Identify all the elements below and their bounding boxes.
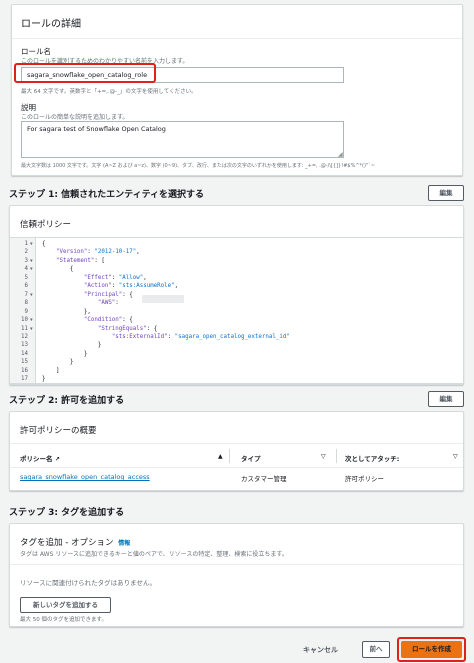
tags-description: タグは AWS リソースに追加できるキーと値のペアで、リソースの特定、整理、検索… — [20, 551, 288, 558]
tags-panel: タグを追加 - オプション 情報 タグは AWS リソースに追加できるキーと値の… — [9, 523, 464, 627]
code-line: "Condition": { — [83, 317, 133, 324]
code-line: { — [42, 241, 46, 247]
step2-title: ステップ 2: 許可を追加する — [9, 396, 125, 406]
code-line: "AWS": — [97, 300, 123, 307]
back-button[interactable]: 前へ — [362, 641, 390, 658]
line-number: 12 — [21, 333, 28, 340]
description-description: このロールの簡単な説明を追加します。 — [21, 114, 129, 121]
code-line: } — [42, 376, 46, 383]
line-number: 9 — [24, 308, 29, 315]
step1-edit-button[interactable]: 編集 — [428, 185, 464, 201]
external-link-icon: ↗ — [54, 456, 60, 463]
line-number: 7 — [24, 291, 29, 298]
line-number: 2 — [24, 249, 29, 256]
tag-limit-hint: 最大 50 個のタグを追加できます。 — [20, 617, 107, 623]
step2-edit-button[interactable]: 編集 — [428, 391, 464, 407]
col-policy-name[interactable]: ポリシー名 ↗ — [20, 453, 60, 463]
divider — [10, 564, 463, 565]
code-line: "Statement": [ — [55, 257, 105, 264]
add-tag-button[interactable]: 新しいタグを追加する — [20, 597, 111, 613]
line-number: 17 — [21, 376, 28, 383]
line-number: 8 — [24, 300, 29, 307]
role-details-panel: ロールの詳細 ロール名 このロールを識別するためのわかりやすい名前を入力します。… — [11, 4, 463, 176]
line-number: 13 — [21, 342, 28, 349]
code-line: ] — [42, 367, 60, 374]
line-number: 10 — [21, 317, 28, 324]
code-line: "Action": "sts:AssumeRole", — [83, 283, 179, 290]
code-line: "Principal": { — [83, 291, 133, 298]
code-line: } — [42, 359, 74, 366]
fold-arrow-icon[interactable]: ▼ — [30, 267, 33, 272]
line-number: 11 — [21, 325, 28, 332]
fold-arrow-icon[interactable]: ▼ — [30, 318, 33, 323]
role-name-highlight — [14, 63, 156, 83]
sort-icon[interactable]: ▽ — [321, 453, 326, 460]
no-tags-message: リソースに関連付けられたタグはありません。 — [20, 579, 156, 587]
sort-ascending-icon[interactable]: ▲ — [218, 453, 223, 460]
cancel-button[interactable]: キャンセル — [303, 645, 338, 655]
col-policy-name-label: ポリシー名 — [20, 455, 53, 463]
permissions-summary-panel: 許可ポリシーの概要 ポリシー名 ↗ ▲ タイプ ▽ 次としてアタッチ: ▽ sa… — [9, 411, 464, 491]
create-role-highlight — [397, 637, 466, 662]
policy-attached-as: 許可ポリシー — [345, 475, 384, 483]
fold-arrow-icon[interactable]: ▼ — [30, 242, 33, 247]
line-number: 1 — [24, 241, 29, 247]
code-line: } — [42, 350, 88, 357]
code-line: }, — [42, 308, 91, 315]
line-number: 15 — [21, 359, 28, 366]
col-divider — [336, 449, 337, 463]
fold-arrow-icon[interactable]: ▼ — [30, 259, 33, 264]
fold-arrow-icon[interactable]: ▼ — [30, 327, 33, 332]
sort-icon[interactable]: ▽ — [453, 453, 458, 460]
description-textarea[interactable]: For sagara test of Snowflake Open Catalo… — [21, 121, 344, 158]
divider — [10, 467, 463, 468]
line-number: 5 — [24, 274, 29, 281]
line-number: 4 — [24, 266, 29, 273]
col-attached-as[interactable]: 次としてアタッチ: — [345, 453, 399, 463]
col-divider — [229, 449, 230, 463]
step1-title: ステップ 1: 信頼されたエンティティを選択する — [9, 190, 205, 200]
role-details-title: ロールの詳細 — [21, 19, 81, 30]
col-type[interactable]: タイプ — [241, 453, 261, 463]
policy-type: カスタマー管理 — [241, 475, 287, 483]
description-hint: 最大文字数は 1000 文字です。文字 (A~Z および a~z)、数字 (0~… — [21, 163, 375, 169]
trust-policy-title: 信頼ポリシー — [20, 220, 72, 230]
line-number: 14 — [21, 350, 28, 357]
code-line: "StringEquals": { — [97, 325, 158, 332]
code-line: "Effect": "Allow", — [83, 274, 147, 281]
resize-handle-icon[interactable]: ◢ — [338, 151, 343, 158]
permissions-summary-title: 許可ポリシーの概要 — [20, 426, 97, 436]
fold-arrow-icon[interactable]: ▼ — [30, 293, 33, 298]
code-line: } — [42, 342, 102, 349]
tags-title: タグを追加 - オプション 情報 — [20, 536, 130, 548]
code-line: "sts:ExternalId": "sagara_open_catalog_e… — [111, 333, 290, 340]
divider — [10, 443, 463, 444]
step3-title: ステップ 3: タグを追加する — [9, 508, 125, 518]
role-name-hint: 最大 64 文字です。英数字と「+=,.@-_」の文字を使用してください。 — [21, 89, 197, 95]
divider — [12, 38, 462, 39]
info-link[interactable]: 情報 — [118, 540, 130, 547]
tags-title-text: タグを追加 - オプション — [20, 538, 114, 548]
line-number: 16 — [21, 367, 28, 374]
policy-name-link[interactable]: sagara_snowflake_open_catalog_access — [20, 473, 150, 481]
code-line: "Version": "2012-10-17", — [55, 249, 140, 256]
trust-policy-code-editor: 1 ▼ 2 3 ▼ 4 ▼ 5 6 7 ▼ 8 9 10 ▼ 11 ▼ 12 13 14 15 16 17{ "Versio… — [9, 237, 464, 384]
line-number: 6 — [24, 283, 29, 290]
line-number: 3 — [24, 257, 29, 264]
redacted-aws-account — [142, 295, 184, 303]
code-line: { — [42, 266, 74, 273]
